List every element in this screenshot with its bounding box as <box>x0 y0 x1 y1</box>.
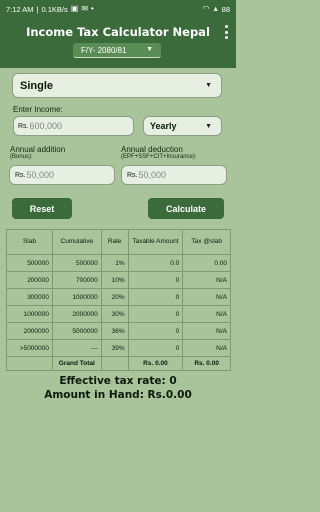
cell-tax: N/A <box>182 305 231 323</box>
app-title: Income Tax Calculator Nepal <box>26 25 210 39</box>
grand-total-label: Grand Total <box>51 356 102 371</box>
grand-total-empty <box>100 356 129 371</box>
cell-tax: N/A <box>182 322 231 340</box>
status-bar: 7:12 AM | 0.1KB/s ▣ ✉ • ◠ ▴ 88 <box>0 0 236 18</box>
grand-total-tax: Rs. 0.00 <box>182 356 231 371</box>
system-nav-bar <box>0 496 236 512</box>
cell-taxable: 0 <box>127 322 184 340</box>
table-row: 200000 700000 10% 0 N/A <box>6 271 231 289</box>
grand-total-taxable: Rs. 0.00 <box>127 356 184 371</box>
tax-slab-table: Slab Cumulative Rate Taxable Amount Tax … <box>6 229 231 371</box>
effective-tax-rate: Effective tax rate: 0 <box>59 375 177 387</box>
header-slab: Slab <box>6 229 53 255</box>
income-label: Enter Income: <box>13 105 63 114</box>
cell-tax: N/A <box>182 339 231 357</box>
marital-status-dropdown[interactable]: Single ▼ <box>12 73 222 98</box>
cell-rate: 30% <box>100 305 129 323</box>
marital-status-value: Single <box>20 79 54 92</box>
cell-slab: 1000000 <box>6 305 53 323</box>
wifi-icon: ◠ <box>202 4 210 13</box>
income-input[interactable]: Rs. 600,000 <box>13 116 134 136</box>
table-header-row: Slab Cumulative Rate Taxable Amount Tax … <box>6 229 231 255</box>
header-rate: Rate <box>100 229 129 255</box>
cell-rate: 10% <box>100 271 129 289</box>
app-bar: Income Tax Calculator Nepal F/Y- 2080/81… <box>0 18 236 68</box>
header-cumulative: Cumulative <box>51 229 102 255</box>
reset-button[interactable]: Reset <box>12 198 72 219</box>
fiscal-year-value: F/Y- 2080/81 <box>81 45 127 55</box>
header-tax-slab: Tax @slab <box>182 229 231 255</box>
signal-icon: ▴ <box>213 4 218 13</box>
cell-cumulative: 5000000 <box>51 322 102 340</box>
cell-slab: 200000 <box>6 271 53 289</box>
table-row: 2000000 5000000 36% 0 N/A <box>6 322 231 340</box>
table-row: 1000000 2000000 30% 0 N/A <box>6 305 231 323</box>
chevron-down-icon: ▼ <box>205 82 212 89</box>
cell-cumulative: 700000 <box>51 271 102 289</box>
cell-tax: 0.00 <box>182 254 231 272</box>
chevron-down-icon: ▼ <box>146 46 153 53</box>
battery-level: 88 <box>221 4 230 14</box>
more-dots-icon: • <box>91 4 94 13</box>
cell-slab: 500000 <box>6 254 53 272</box>
cell-slab: 2000000 <box>6 322 53 340</box>
cell-rate: 39% <box>100 339 129 357</box>
table-row: 500000 500000 1% 0.0 0.00 <box>6 254 231 272</box>
grand-total-empty <box>6 356 53 371</box>
deduction-prefix: Rs. <box>127 171 138 179</box>
cell-taxable: 0 <box>127 339 184 357</box>
mail-icon: ✉ <box>81 4 89 13</box>
cell-rate: 20% <box>100 288 129 306</box>
overflow-menu-icon[interactable] <box>222 25 230 39</box>
income-value: 600,000 <box>29 121 63 131</box>
table-row: >5000000 --- 39% 0 N/A <box>6 339 231 357</box>
network-speed: 0.1KB/s <box>41 4 68 14</box>
cell-taxable: 0.0 <box>127 254 184 272</box>
chevron-down-icon: ▼ <box>205 122 212 130</box>
cell-slab: 300000 <box>6 288 53 306</box>
table-row: 300000 1000000 20% 0 N/A <box>6 288 231 306</box>
grand-total-row: Grand Total Rs. 0.00 Rs. 0.00 <box>6 356 231 371</box>
deduction-label: Annual deduction (EPF+SSF+CIT+Insurance)… <box>121 145 197 160</box>
income-prefix: Rs. <box>18 122 29 130</box>
cell-tax: N/A <box>182 288 231 306</box>
cell-rate: 1% <box>100 254 129 272</box>
cell-cumulative: 2000000 <box>51 305 102 323</box>
cell-cumulative: 500000 <box>51 254 102 272</box>
amount-in-hand: Amount in Hand: Rs.0.00 <box>44 389 192 401</box>
deduction-input[interactable]: Rs. 50,000 <box>121 165 227 185</box>
addition-sublabel: (Bonus): <box>10 154 33 160</box>
deduction-value: 50,000 <box>138 170 167 180</box>
cell-cumulative: --- <box>51 339 102 357</box>
status-time: 7:12 AM <box>6 4 34 14</box>
cell-cumulative: 1000000 <box>51 288 102 306</box>
period-dropdown[interactable]: Yearly ▼ <box>143 116 222 136</box>
period-value: Yearly <box>150 121 177 131</box>
cell-slab: >5000000 <box>6 339 53 357</box>
cell-tax: N/A <box>182 271 231 289</box>
calculate-button[interactable]: Calculate <box>148 198 224 219</box>
sim-icon: ▣ <box>70 4 79 13</box>
fiscal-year-dropdown[interactable]: F/Y- 2080/81 ▼ <box>73 43 161 58</box>
addition-value: 50,000 <box>26 170 55 180</box>
cell-taxable: 0 <box>127 271 184 289</box>
cell-rate: 36% <box>100 322 129 340</box>
deduction-sublabel: (EPF+SSF+CIT+Insurance): <box>121 154 197 160</box>
addition-prefix: Rs. <box>15 171 26 179</box>
cell-taxable: 0 <box>127 305 184 323</box>
addition-input[interactable]: Rs. 50,000 <box>9 165 115 185</box>
header-taxable-amount: Taxable Amount <box>127 229 184 255</box>
addition-label: Annual addition (Bonus): <box>10 145 66 160</box>
cell-taxable: 0 <box>127 288 184 306</box>
